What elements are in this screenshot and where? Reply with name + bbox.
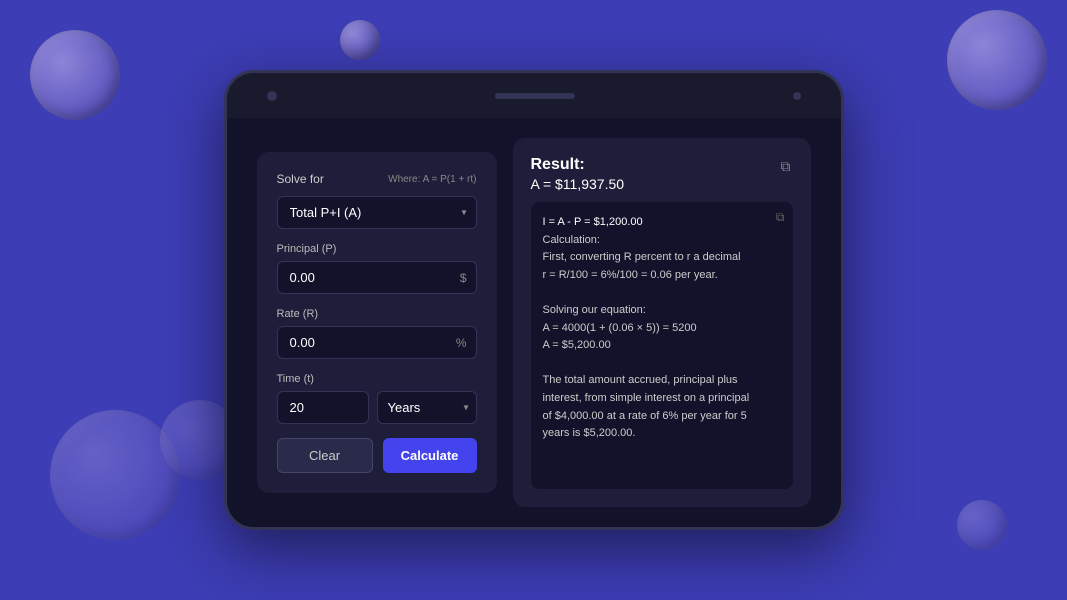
principal-input-wrapper: $ xyxy=(277,261,477,294)
bg-bubble-1 xyxy=(30,30,120,120)
detail-solve-label: Solving our equation: xyxy=(543,304,646,316)
principal-suffix-icon: $ xyxy=(460,271,467,285)
tablet-top-bar xyxy=(227,73,841,118)
result-title-block: Result: A = $11,937.50 xyxy=(531,156,625,192)
calculator-panel: Solve for Where: A = P(1 + rt) Total P+I… xyxy=(257,152,497,493)
mic-icon xyxy=(793,92,801,100)
detail-convert-2: r = R/100 = 6%/100 = 0.06 per year. xyxy=(543,269,718,281)
result-copy-icon[interactable]: ⧉ xyxy=(779,156,793,177)
rate-suffix-icon: % xyxy=(456,336,467,350)
detail-summary-1: The total amount accrued, principal plus xyxy=(543,374,738,386)
solve-for-select[interactable]: Total P+I (A) Principal (P) Rate (R) Tim… xyxy=(277,196,477,229)
solve-for-select-wrapper[interactable]: Total P+I (A) Principal (P) Rate (R) Tim… xyxy=(277,196,477,229)
principal-label: Principal (P) xyxy=(277,243,477,255)
solve-for-header: Solve for Where: A = P(1 + rt) xyxy=(277,172,477,186)
button-row: Clear Calculate xyxy=(277,438,477,473)
detail-equation-2: A = $5,200.00 xyxy=(543,339,611,351)
result-detail-box: ⧉ I = A - P = $1,200.00 Calculation: Fir… xyxy=(531,202,793,489)
detail-copy-icon[interactable]: ⧉ xyxy=(776,210,785,225)
time-label: Time (t) xyxy=(277,373,477,385)
formula-text: Where: A = P(1 + rt) xyxy=(388,174,476,185)
result-header: Result: A = $11,937.50 ⧉ xyxy=(531,156,793,192)
tablet-content: Solve for Where: A = P(1 + rt) Total P+I… xyxy=(227,118,841,527)
detail-equation-1: A = 4000(1 + (0.06 × 5)) = 5200 xyxy=(543,322,697,334)
detail-calc-label: Calculation: xyxy=(543,234,600,246)
rate-label: Rate (R) xyxy=(277,308,477,320)
detail-summary-3: of $4,000.00 at a rate of 6% per year fo… xyxy=(543,410,747,422)
camera-icon xyxy=(267,91,277,101)
time-input[interactable] xyxy=(277,391,369,424)
time-unit-select[interactable]: Years Months Days xyxy=(377,391,477,424)
detail-summary-4: years is $5,200.00. xyxy=(543,427,636,439)
bg-bubble-3 xyxy=(947,10,1047,110)
tablet-frame: Solve for Where: A = P(1 + rt) Total P+I… xyxy=(224,70,844,530)
detail-summary-2: interest, from simple interest on a prin… xyxy=(543,392,750,404)
bg-bubble-2 xyxy=(340,20,380,60)
principal-input[interactable] xyxy=(277,261,477,294)
time-row: Years Months Days ▾ xyxy=(277,391,477,424)
result-title: Result: xyxy=(531,156,625,174)
result-panel: Result: A = $11,937.50 ⧉ ⧉ I = A - P = $… xyxy=(513,138,811,507)
speaker-bar xyxy=(495,93,575,99)
clear-button[interactable]: Clear xyxy=(277,438,373,473)
bg-bubble-6 xyxy=(957,500,1007,550)
calculate-button[interactable]: Calculate xyxy=(383,438,477,473)
rate-input[interactable] xyxy=(277,326,477,359)
time-input-wrapper xyxy=(277,391,369,424)
result-main-value: A = $11,937.50 xyxy=(531,176,625,192)
rate-input-wrapper: % xyxy=(277,326,477,359)
time-unit-select-wrapper[interactable]: Years Months Days ▾ xyxy=(377,391,477,424)
detail-convert-1: First, converting R percent to r a decim… xyxy=(543,251,741,263)
solve-for-label: Solve for xyxy=(277,172,324,186)
result-detail-text: I = A - P = $1,200.00 Calculation: First… xyxy=(543,214,781,443)
detail-interest-line: I = A - P = $1,200.00 xyxy=(543,216,643,228)
